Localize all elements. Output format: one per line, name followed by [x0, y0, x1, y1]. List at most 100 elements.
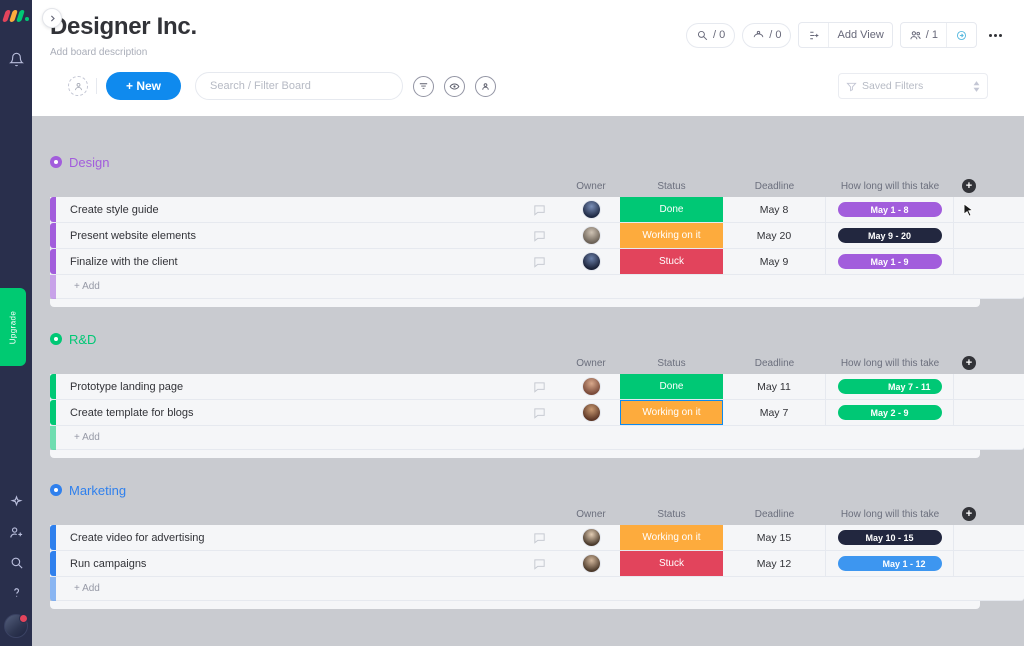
notifications-icon[interactable]	[0, 44, 32, 74]
table-row[interactable]: Create template for blogsWorking on itMa…	[50, 400, 1024, 426]
chevron-right-icon[interactable]	[42, 8, 62, 28]
column-header-deadline[interactable]: Deadline	[723, 509, 826, 520]
add-item-row[interactable]: + Add	[50, 577, 1024, 601]
chat-icon[interactable]	[516, 374, 562, 399]
add-item-row[interactable]: + Add	[50, 426, 1024, 450]
column-header-status[interactable]: Status	[620, 181, 723, 192]
column-header-timeline[interactable]: How long will this take	[826, 509, 954, 520]
row-title[interactable]: Present website elements	[56, 223, 516, 248]
group-title[interactable]: Design	[69, 155, 109, 170]
row-title[interactable]: Create style guide	[56, 197, 516, 222]
monday-logo-icon[interactable]	[4, 10, 28, 22]
row-title[interactable]: Finalize with the client	[56, 249, 516, 274]
new-item-button[interactable]: + New	[106, 72, 181, 100]
group-title[interactable]: Marketing	[69, 483, 126, 498]
group-collapse-icon[interactable]	[50, 484, 62, 496]
timeline-cell[interactable]: May 7 - 11	[826, 374, 954, 399]
column-header-owner[interactable]: Owner	[562, 181, 620, 192]
updates-badge[interactable]: / 0	[742, 23, 791, 48]
owner-cell[interactable]	[562, 223, 620, 248]
saved-filters-select[interactable]: Saved Filters	[838, 73, 988, 99]
owner-cell[interactable]	[562, 374, 620, 399]
timeline-cell[interactable]: May 2 - 9	[826, 400, 954, 425]
column-header-status[interactable]: Status	[620, 358, 723, 369]
inbox-icon[interactable]	[0, 487, 32, 517]
chat-icon[interactable]	[516, 223, 562, 248]
more-options-icon[interactable]	[984, 24, 1006, 46]
add-item-row[interactable]: + Add	[50, 275, 1024, 299]
column-header-timeline[interactable]: How long will this take	[826, 181, 954, 192]
deadline-cell[interactable]: May 12	[723, 551, 826, 576]
hide-icon[interactable]	[444, 76, 465, 97]
column-header-deadline[interactable]: Deadline	[723, 358, 826, 369]
column-header-owner[interactable]: Owner	[562, 358, 620, 369]
status-badge[interactable]: Working on it	[620, 525, 723, 550]
help-icon[interactable]	[0, 577, 32, 607]
deadline-cell[interactable]: May 15	[723, 525, 826, 550]
person-icon[interactable]	[475, 76, 496, 97]
row-title[interactable]: Create video for advertising	[56, 525, 516, 550]
column-header-deadline[interactable]: Deadline	[723, 181, 826, 192]
timeline-cell[interactable]: May 1 - 9	[826, 249, 954, 274]
chat-icon[interactable]	[516, 197, 562, 222]
row-title[interactable]: Run campaigns	[56, 551, 516, 576]
search-box[interactable]	[195, 72, 403, 100]
column-header-owner[interactable]: Owner	[562, 509, 620, 520]
table-row[interactable]: Finalize with the client StuckMay 9May 1 …	[50, 249, 1024, 275]
activity-badge[interactable]: / 0	[686, 23, 735, 48]
chat-icon[interactable]	[516, 525, 562, 550]
status-badge[interactable]: Done	[620, 374, 723, 399]
timeline-cell[interactable]: May 1 - 12	[826, 551, 954, 576]
status-badge[interactable]: Working on it	[620, 400, 723, 425]
timeline-cell[interactable]: May 1 - 8	[826, 197, 954, 222]
owner-cell[interactable]	[562, 197, 620, 222]
row-title[interactable]: Create template for blogs	[56, 400, 516, 425]
column-header-status[interactable]: Status	[620, 509, 723, 520]
add-column-button[interactable]: +	[954, 507, 984, 521]
status-badge[interactable]: Done	[620, 197, 723, 222]
deadline-cell[interactable]: May 8	[723, 197, 826, 222]
chat-icon[interactable]	[516, 249, 562, 274]
status-badge[interactable]: Working on it	[620, 223, 723, 248]
table-row[interactable]: Create style guide DoneMay 8May 1 - 8	[50, 197, 1024, 223]
chat-icon[interactable]	[516, 400, 562, 425]
table-row[interactable]: Present website elementsWorking on itMay…	[50, 223, 1024, 249]
avatar	[582, 200, 601, 219]
owner-cell[interactable]	[562, 551, 620, 576]
owner-cell[interactable]	[562, 400, 620, 425]
deadline-cell[interactable]: May 7	[723, 400, 826, 425]
group-collapse-icon[interactable]	[50, 156, 62, 168]
group-title[interactable]: R&D	[69, 332, 96, 347]
add-view-button[interactable]: Add View	[828, 22, 891, 48]
board-description[interactable]: Add board description	[50, 47, 197, 58]
table-row[interactable]: Create video for advertising Working on i…	[50, 525, 1024, 551]
filter-icon[interactable]	[413, 76, 434, 97]
row-title[interactable]: Prototype landing page	[56, 374, 516, 399]
timeline-cell[interactable]: May 9 - 20	[826, 223, 954, 248]
status-badge[interactable]: Stuck	[620, 551, 723, 576]
avatar[interactable]	[4, 614, 28, 638]
deadline-cell[interactable]: May 9	[723, 249, 826, 274]
search-input[interactable]	[210, 80, 388, 92]
owner-cell[interactable]	[562, 525, 620, 550]
person-filter-icon[interactable]	[68, 76, 88, 96]
deadline-cell[interactable]: May 11	[723, 374, 826, 399]
add-column-button[interactable]: +	[954, 356, 984, 370]
add-column-button[interactable]: +	[954, 179, 984, 193]
activity-badge-value: / 0	[713, 29, 725, 41]
invite-icon[interactable]	[0, 517, 32, 547]
deadline-cell[interactable]: May 20	[723, 223, 826, 248]
automations-icon[interactable]	[946, 22, 976, 48]
table-row[interactable]: Run campaigns StuckMay 12May 1 - 12	[50, 551, 1024, 577]
timeline-cell[interactable]: May 10 - 15	[826, 525, 954, 550]
chat-icon[interactable]	[516, 551, 562, 576]
members-badge[interactable]: / 1	[901, 22, 946, 48]
owner-cell[interactable]	[562, 249, 620, 274]
search-icon[interactable]	[0, 547, 32, 577]
column-header-timeline[interactable]: How long will this take	[826, 358, 954, 369]
table-row[interactable]: Prototype landing page DoneMay 11May 7 - …	[50, 374, 1024, 400]
upgrade-button[interactable]: Upgrade	[0, 288, 26, 366]
group-collapse-icon[interactable]	[50, 333, 62, 345]
status-badge[interactable]: Stuck	[620, 249, 723, 274]
integrate-icon[interactable]	[799, 22, 828, 48]
